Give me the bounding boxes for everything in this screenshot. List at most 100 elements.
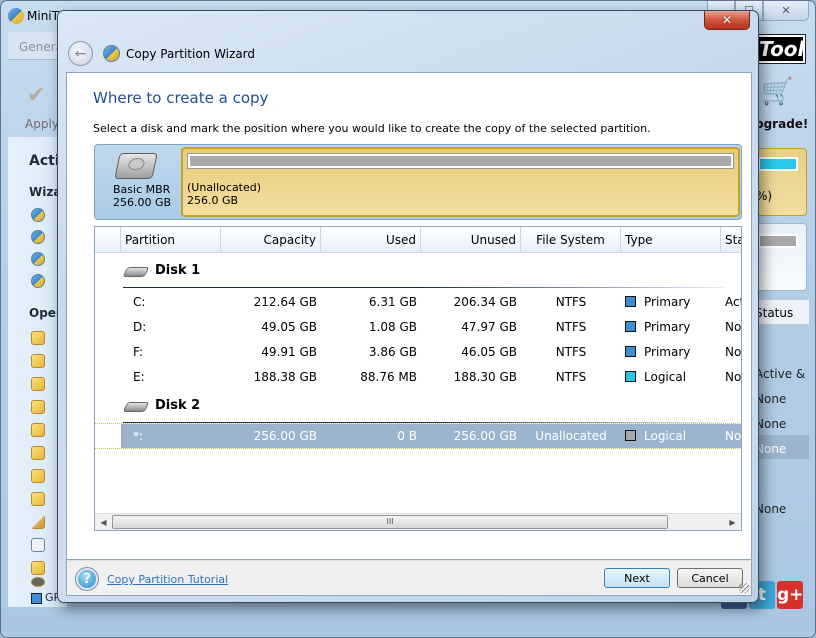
explore-icon[interactable] [31,561,45,575]
cell-type: Primary [621,290,721,314]
table-row-selected[interactable]: *: 256.00 GB 0 B 256.00 GB Unallocated L… [95,423,741,449]
type-label: Logical [644,429,687,443]
app-icon [8,8,24,24]
dialog-title: Copy Partition Wizard [126,47,256,61]
scroll-right-arrow-icon[interactable]: ▶ [724,514,741,530]
dialog-body: Where to create a copy Select a disk and… [66,72,752,560]
page-heading: Where to create a copy [93,89,269,107]
copy-partition-wizard-dialog: ✕ ← Copy Partition Wizard Where to creat… [57,10,759,603]
cell-unused: 206.34 GB [453,295,517,309]
divider [123,422,723,423]
column-header-capacity[interactable]: Capacity [221,227,321,253]
cell-capacity: 49.05 GB [261,320,317,334]
main-close-button[interactable]: ✕ [763,1,809,21]
dialog-close-button[interactable]: ✕ [704,11,750,30]
legend-gpt-swatch [31,593,42,604]
partition-move-icon[interactable] [31,377,45,391]
wizard-icon[interactable] [31,274,45,288]
type-label: Primary [644,320,691,334]
status-cell: Active & Bo [755,367,807,381]
disk-name: Disk 1 [155,263,201,278]
partition-copy-icon[interactable] [31,469,45,483]
brand-logo: Tool [752,34,806,64]
column-header-blank [95,227,121,253]
cell-capacity: 49.91 GB [261,345,317,359]
cell-unused: 46.05 GB [461,345,517,359]
shopping-cart-icon[interactable]: 🛒 [761,77,793,107]
horizontal-scrollbar[interactable]: ◀ III ▶ [95,513,741,530]
partition-merge-icon[interactable] [31,423,45,437]
tutorial-link[interactable]: Copy Partition Tutorial [107,573,228,586]
resize-grip[interactable] [739,583,749,593]
hard-disk-icon [122,267,150,277]
scroll-left-arrow-icon[interactable]: ◀ [95,514,112,530]
table-row[interactable]: F: 49.91 GB 3.86 GB 46.05 GB NTFS Primar… [95,340,742,364]
cell-status: Active [725,295,741,309]
status-column-header[interactable]: Status [753,299,809,325]
cell-partition: E: [133,370,145,384]
back-arrow-icon: ← [74,45,87,62]
partition-extend-icon[interactable] [31,400,45,414]
hard-disk-icon [122,402,150,412]
column-header-used[interactable]: Used [321,227,421,253]
unallocated-partition-block[interactable]: (Unallocated) 256.0 GB [181,147,740,217]
disk-card[interactable] [753,223,807,291]
table-row[interactable]: E: 188.38 GB 88.76 MB 188.30 GB NTFS Log… [95,365,742,389]
cell-file-system: NTFS [555,345,587,359]
cell-used: 0 B [397,429,417,443]
partition-split-icon[interactable] [31,446,45,460]
type-swatch-icon [625,371,636,382]
scroll-thumb[interactable]: III [112,515,668,529]
table-row[interactable]: D: 49.05 GB 1.08 GB 47.97 GB NTFS Primar… [95,315,741,339]
disk-name: Disk 2 [155,398,201,413]
page-instruction: Select a disk and mark the position wher… [93,122,651,135]
apply-button[interactable]: Apply [25,117,59,131]
column-header-file-system[interactable]: File System [521,227,621,253]
column-header-partition[interactable]: Partition [121,227,221,253]
next-button[interactable]: Next [604,568,670,588]
disk-card[interactable]: %) [753,148,807,216]
disk-group-header[interactable]: Disk 2 [122,393,741,423]
cell-unused: 47.97 GB [461,320,517,334]
column-header-unused[interactable]: Unused [421,227,521,253]
cancel-button[interactable]: Cancel [677,568,743,588]
type-label: Primary [644,295,691,309]
column-header-type[interactable]: Type [621,227,721,253]
hide-partition-icon[interactable] [31,577,45,587]
status-cell: None [755,502,787,516]
status-cell: None [755,392,787,406]
cell-file-system: NTFS [555,320,587,334]
hard-disk-icon [114,153,158,179]
type-swatch-icon [625,346,636,357]
cell-status: None [725,370,742,384]
wizard-icon[interactable] [31,230,45,244]
cell-partition: C: [133,295,146,309]
check-filesystem-icon[interactable] [31,538,45,552]
google-plus-icon[interactable]: g+ [777,581,803,609]
wizard-icon[interactable] [31,208,45,222]
cell-status: None [725,345,742,359]
disk-map[interactable]: Basic MBR 256.00 GB (Unallocated) 256.0 … [94,144,742,220]
cell-capacity: 212.64 GB [253,295,317,309]
cell-used: 88.76 MB [360,370,417,384]
back-button[interactable]: ← [68,41,93,66]
partition-delete-icon[interactable] [31,354,45,368]
partition-edit-icon[interactable] [31,331,45,345]
partition-set-icon[interactable] [31,492,45,506]
type-swatch-icon [625,321,636,332]
cell-unused: 188.30 GB [453,370,517,384]
cell-capacity: 256.00 GB [253,429,317,443]
upgrade-button[interactable]: pgrade! [755,117,808,131]
table-row[interactable]: C: 212.64 GB 6.31 GB 206.34 GB NTFS Prim… [95,290,741,314]
disk-type-label: Basic MBR [113,183,171,196]
wizard-icon[interactable] [31,252,45,266]
disk-size-label: 256.00 GB [113,196,172,209]
type-label: Primary [644,345,691,359]
help-icon[interactable]: ? [75,567,99,591]
partition-table: Partition Capacity Used Unused File Syst… [94,226,742,531]
column-header-status[interactable]: Status [721,227,741,253]
cell-partition: F: [133,345,144,359]
cell-type: Primary [621,315,721,339]
disk-group-header[interactable]: Disk 1 [122,258,741,288]
cell-unused: 256.00 GB [453,429,517,443]
